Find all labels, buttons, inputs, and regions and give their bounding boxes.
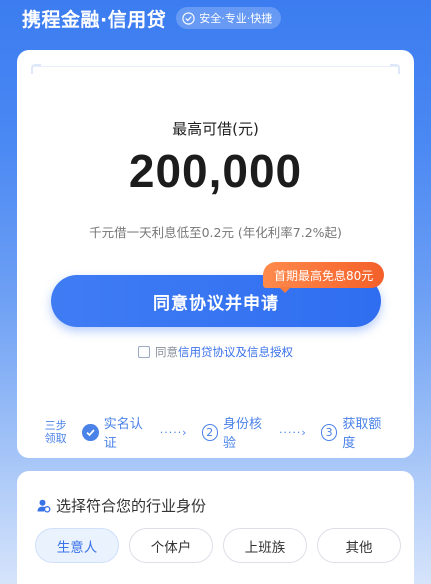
step-quota: 3 获取额度 — [320, 413, 393, 451]
agreement-row: 同意 信用贷协议及信息授权 — [17, 344, 414, 360]
step-real-name: 实名认证 ·····› — [82, 413, 187, 451]
max-amount: 200,000 — [128, 145, 303, 197]
option-self-employed[interactable]: 个体户 — [129, 528, 213, 563]
frame-corner — [390, 64, 400, 74]
option-other[interactable]: 其他 — [317, 528, 401, 563]
identity-title: 选择符合您的行业身份 — [36, 495, 206, 516]
agreement-link[interactable]: 信用贷协议及信息授权 — [178, 344, 293, 360]
loan-card: 最高可借(元) 200,000 千元借一天利息低至0.2元 (年化利率7.2%起… — [17, 50, 414, 458]
arrow-right-icon: ·····› — [159, 425, 188, 439]
slogan-badge: 安全·专业·快捷 — [176, 7, 282, 29]
identity-options: 生意人 个体户 上班族 其他 — [35, 528, 411, 563]
step-number: 3 — [320, 423, 338, 441]
identity-title-text: 选择符合您的行业身份 — [56, 497, 207, 515]
arrow-right-icon: ·····› — [278, 425, 307, 439]
agreement-prefix: 同意 — [155, 345, 178, 359]
promo-badge: 首期最高免息80元 — [263, 262, 385, 288]
rate-note: 千元借一天利息低至0.2元 (年化利率7.2%起) — [89, 225, 342, 240]
person-icon — [36, 498, 51, 513]
identity-card: 选择符合您的行业身份 生意人 个体户 上班族 其他 — [17, 471, 414, 584]
steps-title: 三步领取 — [44, 419, 67, 445]
steps-bar: 三步领取 实名认证 ·····› 2 身份核验 ·····› 3 获取额度 — [43, 417, 393, 451]
step-number: 2 — [201, 423, 218, 441]
step-label: 身份核验 — [223, 417, 263, 451]
amount-label: 最高可借(元) — [172, 120, 259, 138]
frame-corner — [31, 64, 41, 74]
step-label: 实名认证 — [103, 417, 143, 451]
shield-check-icon — [182, 11, 195, 25]
option-businessman[interactable]: 生意人 — [35, 528, 119, 563]
brand-title: 携程金融·信用贷 — [22, 8, 167, 31]
slogan-text: 安全·专业·快捷 — [199, 12, 273, 25]
option-office-worker[interactable]: 上班族 — [223, 528, 307, 563]
agreement-checkbox[interactable] — [138, 346, 150, 358]
step-label: 获取额度 — [342, 417, 382, 451]
header: 携程金融·信用贷 安全·专业·快捷 — [22, 4, 282, 32]
check-icon — [82, 423, 99, 441]
promo-badge-tail — [279, 287, 291, 293]
step-identity: 2 身份核验 ·····› — [201, 413, 307, 451]
